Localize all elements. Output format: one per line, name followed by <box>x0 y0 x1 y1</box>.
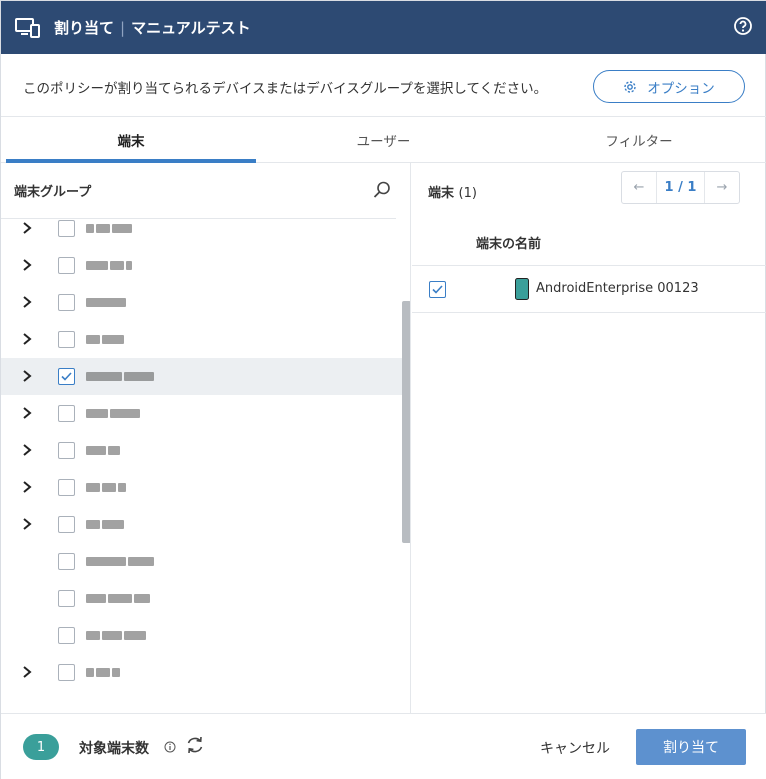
tree-row[interactable] <box>1 395 403 432</box>
tree-row[interactable] <box>1 617 403 654</box>
tree-row[interactable] <box>1 284 403 321</box>
checkmark-icon <box>61 372 72 381</box>
options-button[interactable]: オプション <box>593 70 745 103</box>
dialog-title: 割り当て | マニュアルテスト <box>54 17 251 38</box>
checkmark-icon <box>432 285 443 294</box>
tree-row[interactable] <box>1 580 403 617</box>
chevron-right-icon[interactable] <box>21 443 33 457</box>
tree-row[interactable] <box>1 506 403 543</box>
tab-devices[interactable]: 端末 <box>6 117 256 163</box>
tree-row[interactable] <box>1 321 403 358</box>
chevron-right-icon[interactable] <box>21 369 33 383</box>
redacted-group-name <box>86 332 124 346</box>
tree-row[interactable] <box>1 432 403 469</box>
assign-button[interactable]: 割り当て <box>636 729 746 765</box>
chevron-right-icon[interactable] <box>21 406 33 420</box>
chevron-right-icon[interactable] <box>21 517 33 531</box>
tree-row-checkbox[interactable] <box>58 553 75 570</box>
next-page-button[interactable]: → <box>705 180 739 195</box>
redacted-group-name <box>86 591 150 605</box>
tree-row-checkbox[interactable] <box>58 516 75 533</box>
chevron-right-icon[interactable] <box>21 221 33 235</box>
chevron-right-icon[interactable] <box>21 665 33 679</box>
redacted-group-name <box>86 517 124 531</box>
tree-row[interactable] <box>1 654 403 691</box>
redacted-group-name <box>86 258 132 272</box>
tree-row-checkbox[interactable] <box>58 294 75 311</box>
redacted-group-name <box>86 554 154 568</box>
dialog-header: 割り当て | マニュアルテスト <box>1 1 766 54</box>
tree-row-checkbox[interactable] <box>58 405 75 422</box>
row-divider <box>412 312 766 313</box>
cancel-button[interactable]: キャンセル <box>525 731 625 765</box>
tree-row[interactable] <box>1 247 403 284</box>
tab-filters[interactable]: フィルター <box>511 117 766 163</box>
tree-row-checkbox[interactable] <box>58 257 75 274</box>
page-indicator: 1 / 1 <box>656 172 705 203</box>
chevron-right-icon[interactable] <box>21 480 33 494</box>
tree-row[interactable] <box>1 358 403 395</box>
redacted-group-name <box>86 480 126 494</box>
tree-row-checkbox[interactable] <box>58 220 75 237</box>
dialog-footer: 1 対象端末数 キャンセル 割り当て <box>1 713 766 779</box>
tree-row-checkbox[interactable] <box>58 590 75 607</box>
chevron-right-icon[interactable] <box>21 332 33 346</box>
device-list-panel: 端末 (1) ← 1 / 1 → 端末の名前 AndroidEnterprise… <box>412 163 766 713</box>
tree-scrollbar[interactable] <box>402 301 410 543</box>
device-checkbox[interactable] <box>429 281 446 298</box>
device-group-panel: 端末グループ <box>1 163 411 713</box>
tree-row-checkbox[interactable] <box>58 627 75 644</box>
options-button-label: オプション <box>647 80 715 97</box>
tree-row[interactable] <box>1 543 403 580</box>
tree-row-checkbox[interactable] <box>58 442 75 459</box>
tree-row-checkbox[interactable] <box>58 368 75 385</box>
redacted-group-name <box>86 665 120 679</box>
device-name: AndroidEnterprise 00123 <box>536 281 699 296</box>
redacted-group-name <box>86 221 132 235</box>
tree-row-checkbox[interactable] <box>58 664 75 681</box>
info-icon[interactable] <box>164 741 176 753</box>
tree-row[interactable] <box>1 210 403 247</box>
phone-icon <box>515 278 529 300</box>
redacted-group-name <box>86 295 126 309</box>
assignment-dialog: 割り当て | マニュアルテスト このポリシーが割り当てられるデバイスまたはデバイ… <box>0 0 766 779</box>
target-count-badge: 1 <box>23 734 59 760</box>
tree-row[interactable] <box>1 469 403 506</box>
device-list-title: 端末 (1) <box>428 182 477 201</box>
redacted-group-name <box>86 406 140 420</box>
tab-users[interactable]: ユーザー <box>256 117 511 163</box>
monitor-devices-icon <box>15 18 40 38</box>
chevron-right-icon[interactable] <box>21 295 33 309</box>
column-header-device-name[interactable]: 端末の名前 <box>476 233 541 252</box>
title-separator: | <box>120 18 126 37</box>
device-count: (1) <box>458 186 477 201</box>
device-row[interactable]: AndroidEnterprise 00123 <box>412 266 766 312</box>
device-group-header: 端末グループ <box>1 163 410 217</box>
device-group-title: 端末グループ <box>14 185 92 200</box>
description-text: このポリシーが割り当てられるデバイスまたはデバイスグループを選択してください。 <box>23 81 548 97</box>
redacted-group-name <box>86 369 154 383</box>
description-bar: このポリシーが割り当てられるデバイスまたはデバイスグループを選択してください。 … <box>1 54 766 117</box>
prev-page-button[interactable]: ← <box>622 180 656 195</box>
refresh-icon[interactable] <box>185 735 205 755</box>
dialog-title-text: 割り当て <box>54 19 115 37</box>
chevron-right-icon[interactable] <box>21 258 33 272</box>
redacted-group-name <box>86 443 120 457</box>
policy-name: マニュアルテスト <box>131 19 251 37</box>
tree-row-checkbox[interactable] <box>58 331 75 348</box>
tree-row-checkbox[interactable] <box>58 479 75 496</box>
help-circle-icon[interactable] <box>733 16 753 36</box>
device-list-title-text: 端末 <box>428 186 455 201</box>
gear-icon <box>624 80 636 93</box>
tab-bar: 端末 ユーザー フィルター <box>1 117 766 163</box>
redacted-group-name <box>86 628 146 642</box>
search-icon[interactable] <box>372 180 392 200</box>
target-device-count-label: 対象端末数 <box>79 741 149 757</box>
pagination: ← 1 / 1 → <box>621 171 740 204</box>
